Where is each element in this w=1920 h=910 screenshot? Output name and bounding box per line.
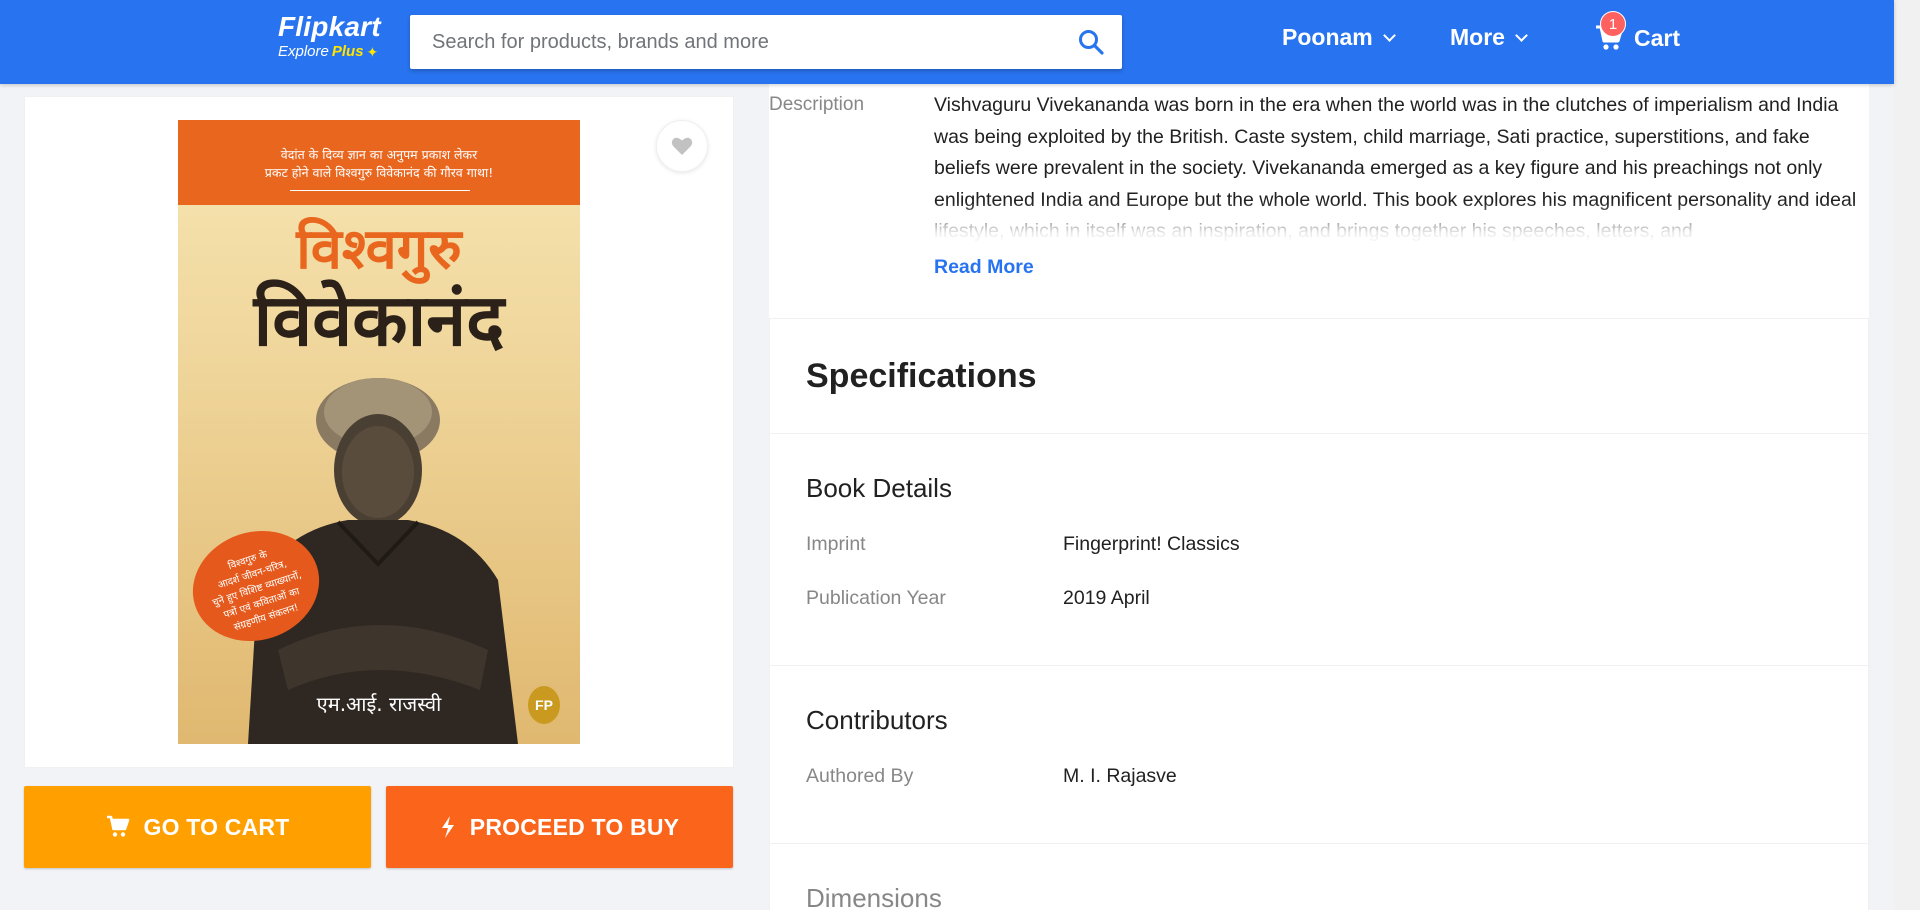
plus-star-icon: ✦ (366, 44, 379, 60)
dimensions-heading: Dimensions (806, 883, 942, 910)
cover-rule (290, 190, 470, 191)
cart-count-badge: 1 (1600, 11, 1626, 37)
search-bar (410, 15, 1122, 69)
cart-label: Cart (1634, 24, 1681, 51)
account-menu[interactable]: Poonam (1282, 24, 1396, 51)
cart-icon (106, 815, 129, 837)
search-icon (1079, 30, 1104, 55)
read-more-link[interactable]: Read More (934, 256, 1034, 279)
description-body: Vishvaguru Vivekananda was born in the e… (934, 90, 1864, 246)
book-details-heading: Book Details (806, 473, 952, 503)
logo-tagline: Explore Plus ✦ (278, 42, 398, 62)
spec-key-imprint: Imprint (806, 533, 866, 555)
spec-value-publication-year: 2019 April (1063, 587, 1150, 609)
spec-key-authored-by: Authored By (806, 765, 914, 787)
search-button[interactable] (1060, 15, 1122, 69)
product-image-card: वेदांत के दिव्य ज्ञान का अनुपम प्रकाश ले… (24, 96, 734, 768)
go-to-cart-label: GO TO CART (143, 813, 290, 840)
specifications-card: Specifications Book Details Imprint Fing… (769, 318, 1869, 910)
flipkart-logo[interactable]: Flipkart Explore Plus ✦ (278, 12, 398, 62)
account-name: Poonam (1282, 24, 1373, 50)
divider (770, 433, 1868, 434)
specifications-title: Specifications (806, 357, 1037, 395)
spec-value-imprint: Fingerprint! Classics (1063, 533, 1240, 555)
top-navbar: Flipkart Explore Plus ✦ Poonam More (0, 0, 1894, 84)
wishlist-button[interactable] (656, 120, 708, 172)
divider (770, 843, 1868, 844)
cover-tagline-2: प्रकट होने वाले विश्वगुरु विवेकानंद की ग… (264, 165, 494, 180)
proceed-to-buy-button[interactable]: PROCEED TO BUY (386, 786, 733, 868)
product-image[interactable]: वेदांत के दिव्य ज्ञान का अनुपम प्रकाश ले… (178, 120, 580, 744)
product-details: Description Vishvaguru Vivekananda was b… (769, 84, 1869, 910)
contributors-heading: Contributors (806, 705, 948, 735)
product-page: Flipkart Explore Plus ✦ Poonam More (0, 0, 1920, 910)
logo-plus: Plus (331, 43, 364, 60)
cover-tagline-1: वेदांत के दिव्य ज्ञान का अनुपम प्रकाश ले… (280, 147, 478, 162)
search-input[interactable] (410, 15, 1060, 69)
chevron-down-icon (1515, 28, 1528, 42)
more-menu[interactable]: More (1450, 24, 1528, 51)
chevron-down-icon (1382, 28, 1396, 42)
logo-name: Flipkart (278, 11, 381, 42)
cover-title-1: विश्वगुरु (296, 217, 462, 282)
heart-icon (671, 137, 693, 155)
lightning-icon (441, 816, 454, 838)
cover-author: एम.आई. राजस्वी (316, 692, 442, 716)
go-to-cart-button[interactable]: GO TO CART (24, 786, 371, 868)
cover-band: वेदांत के दिव्य ज्ञान का अनुपम प्रकाश ले… (178, 120, 580, 205)
spec-key-publication-year: Publication Year (806, 587, 946, 609)
logo-explore: Explore (278, 43, 329, 60)
proceed-to-buy-label: PROCEED TO BUY (469, 813, 680, 840)
cart-link[interactable]: 1 Cart (1594, 11, 1681, 52)
publisher-badge: FP (528, 686, 560, 724)
page-scrollbar[interactable] (1894, 0, 1920, 910)
description-fade (934, 202, 1864, 246)
description-label: Description (769, 94, 865, 115)
divider (770, 665, 1868, 666)
spec-value-authored-by: M. I. Rajasve (1063, 765, 1177, 787)
more-label: More (1450, 24, 1505, 50)
